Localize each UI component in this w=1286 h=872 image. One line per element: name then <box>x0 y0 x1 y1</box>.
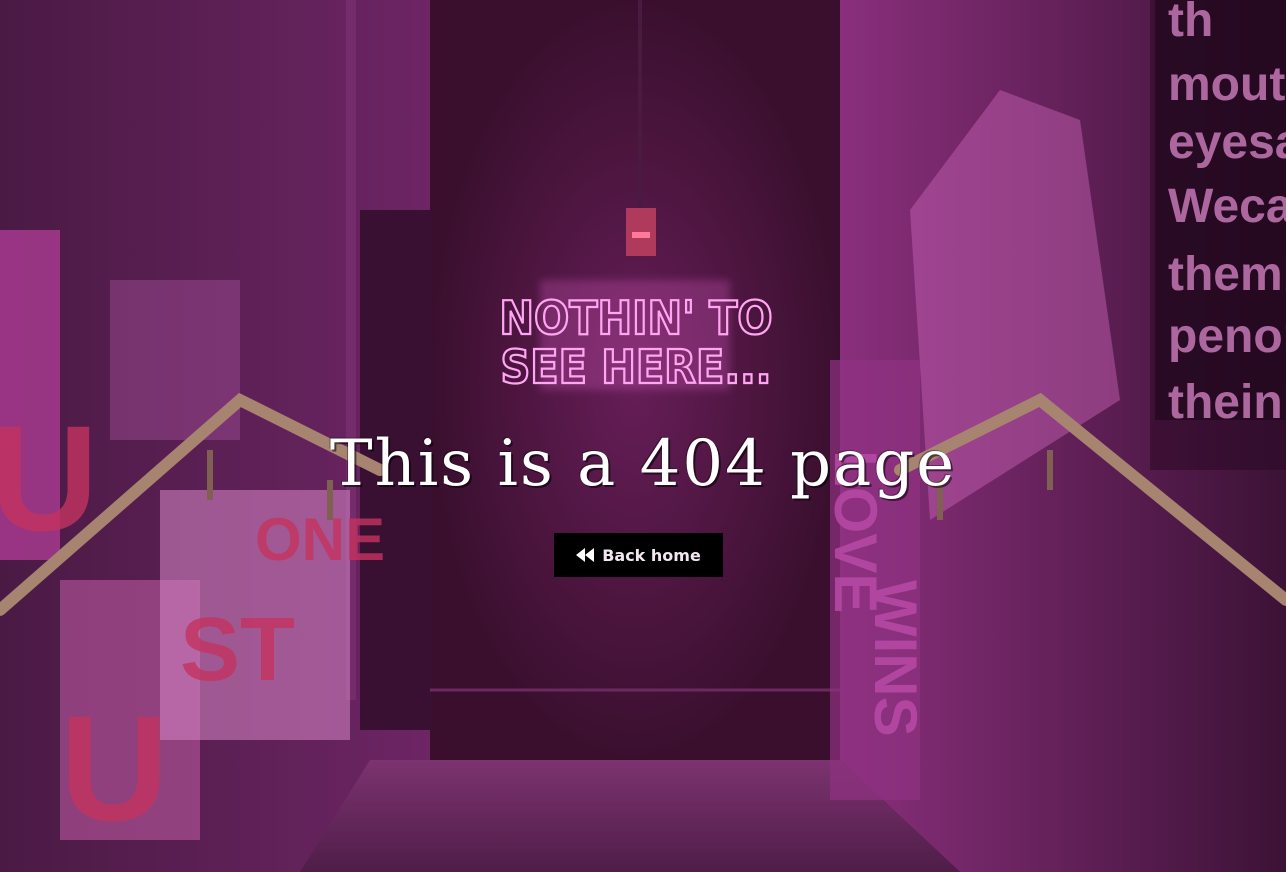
page-title: This is a 404 page <box>329 427 957 501</box>
back-home-button[interactable]: Back home <box>554 533 723 577</box>
main-content: This is a 404 page Back home <box>0 0 1286 872</box>
back-home-label: Back home <box>602 545 701 565</box>
rewind-icon <box>576 548 595 562</box>
